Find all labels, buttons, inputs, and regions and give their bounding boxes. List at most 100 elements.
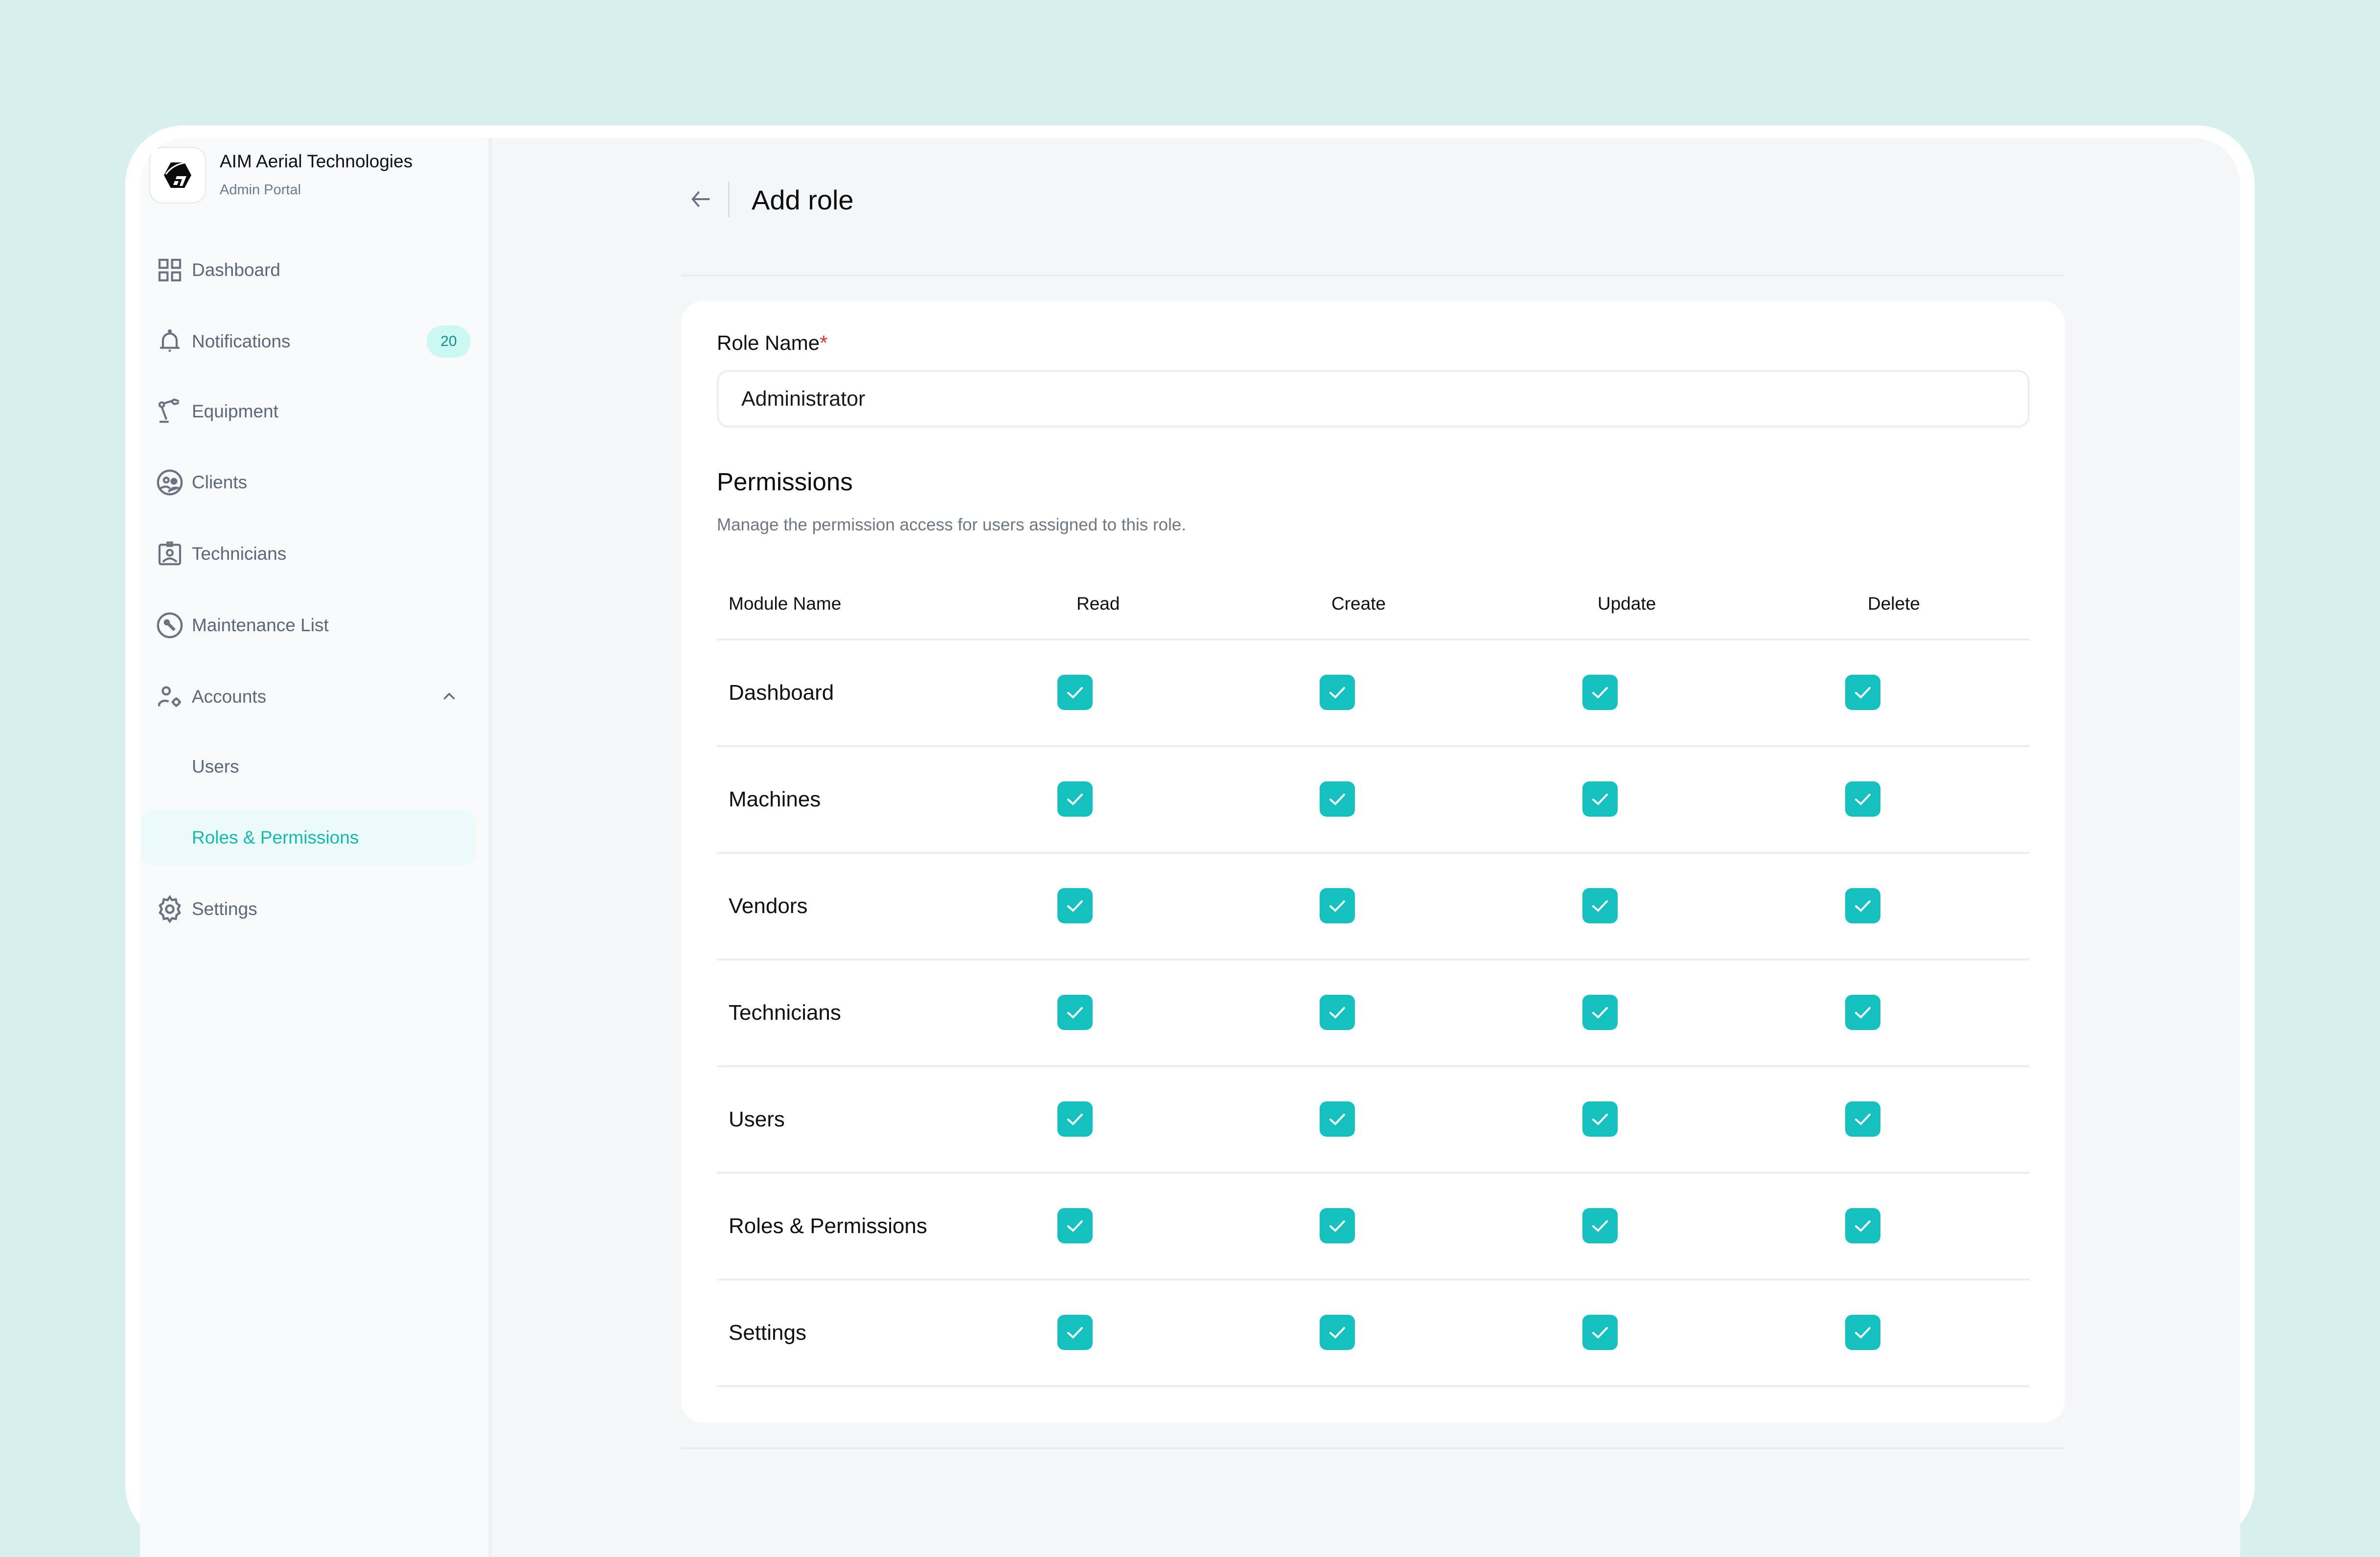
read-permission-checkbox[interactable] (1057, 1208, 1093, 1243)
check-icon (1329, 1327, 1345, 1339)
create-permission-checkbox[interactable] (1320, 1101, 1355, 1137)
check-icon (1329, 900, 1345, 912)
check-icon (1592, 1114, 1608, 1125)
back-button[interactable] (684, 182, 718, 216)
sidebar-item-label: Equipment (192, 401, 278, 421)
delete-permission-checkbox[interactable] (1845, 1315, 1880, 1350)
sidebar-item-equipment[interactable]: Equipment (142, 384, 475, 439)
table-row: Technicians (717, 961, 2030, 1067)
brand-subtitle: Admin Portal (220, 182, 301, 198)
delete-permission-checkbox[interactable] (1845, 675, 1880, 710)
check-icon (1592, 900, 1608, 912)
sidebar-item-users[interactable]: Users (142, 739, 475, 794)
role-name-input[interactable] (717, 370, 2030, 428)
column-header-read: Read (1076, 594, 1120, 614)
add-role-card: Role Name* Permissions Manage the permis… (681, 301, 2065, 1423)
check-icon (1855, 1220, 1871, 1232)
arrow-left-icon (691, 191, 710, 207)
header-divider (681, 275, 2065, 276)
sidebar-item-label: Notifications (192, 331, 291, 351)
check-icon (1067, 1327, 1083, 1339)
create-permission-checkbox[interactable] (1320, 675, 1355, 710)
title-divider (728, 182, 730, 217)
create-permission-checkbox[interactable] (1320, 995, 1355, 1030)
update-permission-checkbox[interactable] (1582, 1208, 1618, 1243)
update-permission-checkbox[interactable] (1582, 888, 1618, 923)
check-icon (1855, 900, 1871, 912)
check-icon (1855, 1114, 1871, 1125)
table-header: Module Name Read Create Update Delete (717, 565, 2030, 641)
check-icon (1592, 1007, 1608, 1019)
required-indicator: * (820, 331, 828, 354)
delete-permission-checkbox[interactable] (1845, 995, 1880, 1030)
column-header-update: Update (1598, 594, 1656, 614)
robot-arm-icon (155, 396, 185, 427)
user-gear-icon (155, 682, 185, 712)
table-row: Dashboard (717, 641, 2030, 747)
permissions-table: Module Name Read Create Update Delete Da… (717, 565, 2030, 1387)
check-icon (1592, 1220, 1608, 1232)
check-icon (1067, 1220, 1083, 1232)
brand-logo (149, 147, 206, 204)
module-name: Machines (729, 787, 821, 811)
main-content: Add role Role Name* Permissions Manage t… (488, 138, 2240, 1557)
delete-permission-checkbox[interactable] (1845, 781, 1880, 817)
read-permission-checkbox[interactable] (1057, 675, 1093, 710)
check-icon (1592, 687, 1608, 699)
check-icon (1067, 1114, 1083, 1125)
update-permission-checkbox[interactable] (1582, 781, 1618, 817)
update-permission-checkbox[interactable] (1582, 1315, 1618, 1350)
permissions-title: Permissions (717, 468, 853, 496)
sidebar-item-label: Settings (192, 899, 257, 919)
read-permission-checkbox[interactable] (1057, 781, 1093, 817)
create-permission-checkbox[interactable] (1320, 888, 1355, 923)
sidebar-item-dashboard[interactable]: Dashboard (142, 243, 475, 298)
app-window: AIM Aerial Technologies Admin Portal Das… (140, 138, 2240, 1557)
sidebar-item-settings[interactable]: Settings (142, 882, 475, 937)
sidebar-item-label: Users (192, 756, 239, 777)
module-name: Vendors (729, 894, 808, 918)
sidebar-item-technicians[interactable]: Technicians (142, 527, 475, 581)
update-permission-checkbox[interactable] (1582, 675, 1618, 710)
check-icon (1067, 794, 1083, 805)
table-row: Roles & Permissions (717, 1174, 2030, 1281)
role-name-label-text: Role Name (717, 331, 820, 354)
update-permission-checkbox[interactable] (1582, 995, 1618, 1030)
delete-permission-checkbox[interactable] (1845, 1208, 1880, 1243)
id-badge-icon (155, 539, 185, 569)
create-permission-checkbox[interactable] (1320, 1315, 1355, 1350)
read-permission-checkbox[interactable] (1057, 995, 1093, 1030)
sidebar-item-label: Dashboard (192, 260, 281, 280)
wrench-circle-icon (155, 610, 185, 641)
sidebar-item-accounts[interactable]: Accounts (142, 669, 475, 724)
delete-permission-checkbox[interactable] (1845, 888, 1880, 923)
sidebar-item-clients[interactable]: Clients (142, 455, 475, 510)
sidebar-item-notifications[interactable]: Notifications 20 (142, 314, 475, 369)
check-icon (1329, 1007, 1345, 1019)
column-header-delete: Delete (1868, 594, 1920, 614)
read-permission-checkbox[interactable] (1057, 888, 1093, 923)
create-permission-checkbox[interactable] (1320, 1208, 1355, 1243)
read-permission-checkbox[interactable] (1057, 1101, 1093, 1137)
brand-name: AIM Aerial Technologies (220, 151, 413, 171)
table-row: Users (717, 1067, 2030, 1174)
sidebar-item-maintenance-list[interactable]: Maintenance List (142, 598, 475, 653)
module-name: Dashboard (729, 681, 834, 705)
sidebar-item-label: Maintenance List (192, 615, 329, 635)
permissions-subtitle: Manage the permission access for users a… (717, 515, 1187, 534)
create-permission-checkbox[interactable] (1320, 781, 1355, 817)
sidebar-item-label: Technicians (192, 544, 287, 564)
check-icon (1855, 1327, 1871, 1339)
chevron-up-icon[interactable] (439, 687, 459, 707)
sidebar-item-label: Accounts (192, 687, 267, 707)
delete-permission-checkbox[interactable] (1845, 1101, 1880, 1137)
column-header-module-name: Module Name (729, 594, 842, 614)
sidebar: AIM Aerial Technologies Admin Portal Das… (140, 138, 492, 1557)
update-permission-checkbox[interactable] (1582, 1101, 1618, 1137)
sidebar-item-label: Clients (192, 472, 248, 492)
sidebar-item-roles-permissions[interactable]: Roles & Permissions (142, 810, 475, 865)
module-name: Users (729, 1107, 785, 1131)
table-row: Settings (717, 1281, 2030, 1387)
check-icon (1329, 687, 1345, 699)
read-permission-checkbox[interactable] (1057, 1315, 1093, 1350)
